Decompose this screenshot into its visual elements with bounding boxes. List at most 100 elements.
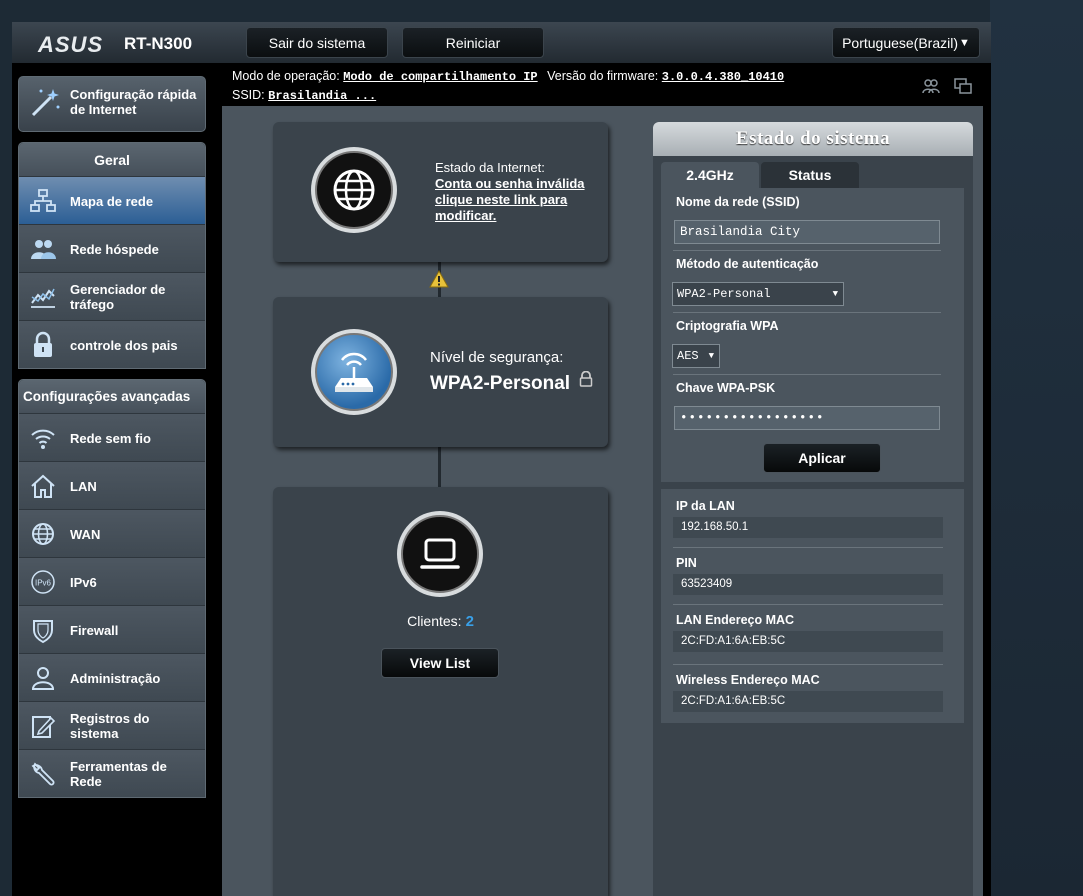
sidebar-item-label: Rede sem fio [70, 430, 151, 446]
wireless-mac-value: 2C:FD:A1:6A:EB:5C [673, 691, 943, 712]
guest-network-icon [31, 240, 56, 259]
system-status-title-text: Estado do sistema [735, 128, 891, 149]
device-info: IP da LAN 192.168.50.1 PIN 63523409 LAN … [661, 489, 964, 723]
user-icon [31, 667, 55, 690]
wpa-encryption-label: Criptografia WPA [676, 319, 779, 333]
wireless-mac-label: Wireless Endereço MAC [676, 673, 820, 687]
wireless-settings: Nome da rede (SSID) Brasilandia City Mét… [661, 188, 964, 482]
router-button[interactable] [311, 329, 397, 415]
sidebar-item-network-tools[interactable]: Ferramentas de Rede [19, 749, 205, 797]
clients-number: 2 [465, 613, 474, 630]
sidebar-item-label: Rede hóspede [70, 241, 159, 257]
quick-setup-label: Configuração rápida de Internet [70, 87, 197, 117]
firmware-link[interactable]: 3.0.0.4.380_10410 [662, 70, 784, 84]
info-strip: Modo de operação: Modo de compartilhamen… [222, 64, 991, 106]
advanced-group: Configurações avançadas Rede sem fio LAN… [18, 379, 206, 798]
sidebar-item-system-log[interactable]: Registros do sistema [19, 701, 205, 749]
log-icon [32, 716, 56, 738]
internet-status-link[interactable]: Conta ou senha inválida clique neste lin… [435, 176, 600, 224]
magic-wand-icon [31, 89, 60, 117]
sidebar-item-firewall[interactable]: Firewall [19, 605, 205, 653]
sidebar-item-label: Ferramentas de Rede [70, 759, 167, 789]
sidebar-item-label: Mapa de rede [70, 193, 154, 209]
clients-count: Clientes: 2 [273, 613, 608, 630]
sidebar-item-label: Firewall [70, 622, 119, 638]
clients-card: Clientes: 2 View List [273, 487, 608, 896]
top-bar: ASUS RT-N300 Sair do sistema Reiniciar P… [12, 22, 991, 64]
svg-text:IPv6: IPv6 [35, 579, 52, 588]
clients-button[interactable] [397, 511, 483, 597]
reboot-button[interactable]: Reiniciar [402, 27, 544, 58]
sidebar-item-guest-network[interactable]: Rede hóspede [19, 224, 205, 272]
warning-icon[interactable] [429, 270, 449, 288]
pin-value: 63523409 [673, 574, 943, 595]
operation-mode-label: Modo de operação: [232, 69, 340, 83]
windows-icon[interactable] [953, 76, 973, 96]
sidebar-item-label: WAN [70, 526, 101, 542]
ssid-link[interactable]: Brasilandia ... [268, 89, 376, 103]
users-icon[interactable] [921, 76, 941, 96]
advanced-title: Configurações avançadas [19, 380, 205, 413]
wifi-icon [31, 429, 55, 449]
security-level-label: Nível de segurança: [430, 349, 564, 366]
internet-status-card: Estado da Internet: Conta ou senha invál… [273, 122, 608, 262]
sidebar-item-administration[interactable]: Administração [19, 653, 205, 701]
general-title: Geral [19, 143, 205, 176]
sidebar-item-label: controle dos pais [70, 337, 178, 353]
lan-mac-label: LAN Endereço MAC [676, 613, 795, 627]
general-group: Geral Mapa de rede Rede hóspede Gerencia… [18, 142, 206, 369]
lock-icon [580, 370, 593, 387]
wpa-encryption-select[interactable]: AES ▼ [672, 344, 720, 368]
page-background [990, 0, 1083, 896]
sidebar-item-ipv6[interactable]: IPv6 IPv6 [19, 557, 205, 605]
clients-label: Clientes: [407, 613, 462, 629]
internet-status-label: Estado da Internet: [435, 160, 545, 175]
wpa-psk-input[interactable]: ••••••••••••••••• [674, 406, 940, 430]
system-status-panel: Estado do sistema 2.4GHz Status Nome da … [653, 122, 973, 896]
sidebar-item-wireless[interactable]: Rede sem fio [19, 413, 205, 461]
system-status-title: Estado do sistema [653, 122, 973, 156]
router-icon [335, 352, 373, 392]
chevron-down-icon: ▼ [959, 36, 970, 49]
tab-2-4ghz[interactable]: 2.4GHz [661, 162, 759, 188]
lan-mac-value: 2C:FD:A1:6A:EB:5C [673, 631, 943, 652]
chevron-down-icon: ▼ [832, 289, 838, 299]
tab-status[interactable]: Status [761, 162, 859, 188]
status-tabs: 2.4GHz Status [661, 162, 859, 188]
sidebar-item-lan[interactable]: LAN [19, 461, 205, 509]
ssid-input[interactable]: Brasilandia City [674, 220, 940, 244]
lan-ip-label: IP da LAN [676, 499, 735, 513]
globe-icon [333, 169, 375, 211]
sidebar-item-network-map[interactable]: Mapa de rede [19, 176, 205, 224]
quick-setup-button[interactable]: Configuração rápida de Internet [18, 76, 206, 132]
auth-method-select[interactable]: WPA2-Personal ▼ [672, 282, 844, 306]
operation-mode-link[interactable]: Modo de compartilhamento IP [343, 70, 537, 84]
sidebar-item-parental-control[interactable]: controle dos pais [19, 320, 205, 368]
pin-label: PIN [676, 556, 697, 570]
divider [673, 664, 943, 665]
view-list-button[interactable]: View List [381, 648, 499, 678]
divider [673, 312, 941, 313]
sidebar-item-label: Administração [70, 670, 161, 686]
lock-icon [34, 331, 52, 357]
sidebar-item-traffic-manager[interactable]: Gerenciador de tráfego [19, 272, 205, 320]
home-icon [31, 474, 55, 498]
language-label: Portuguese(Brazil) [842, 34, 959, 51]
apply-button[interactable]: Aplicar [763, 443, 881, 473]
main-panel: Estado da Internet: Conta ou senha invál… [222, 106, 983, 896]
sidebar-item-label: LAN [70, 478, 97, 494]
logout-button[interactable]: Sair do sistema [246, 27, 388, 58]
lan-ip-value: 192.168.50.1 [673, 517, 943, 538]
brand-logo: ASUS [38, 32, 104, 57]
sidebar: Configuração rápida de Internet Geral Ma… [18, 76, 206, 798]
internet-button[interactable] [311, 147, 397, 233]
divider [673, 374, 941, 375]
ipv6-icon: IPv6 [31, 570, 55, 594]
wrench-icon [31, 762, 55, 786]
sidebar-item-wan[interactable]: WAN [19, 509, 205, 557]
model-name: RT-N300 [124, 34, 193, 53]
language-select[interactable]: Portuguese(Brazil) ▼ [832, 27, 980, 58]
sidebar-item-label: IPv6 [70, 574, 97, 590]
security-level-text: WPA2-Personal [430, 373, 571, 394]
chevron-down-icon: ▼ [708, 351, 714, 361]
